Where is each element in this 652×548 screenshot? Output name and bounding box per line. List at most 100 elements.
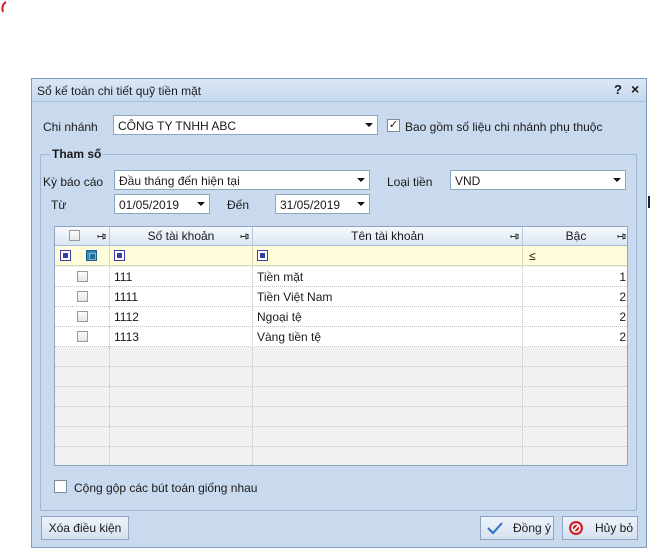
merge-entries-label: Cộng gộp các bút toán giống nhau bbox=[74, 481, 258, 495]
pin-icon[interactable] bbox=[97, 232, 106, 241]
pin-icon[interactable] bbox=[617, 232, 626, 241]
empty-table-row bbox=[55, 387, 627, 407]
empty-cell bbox=[110, 367, 253, 387]
table-row[interactable]: 1112 Ngoại tệ 2 bbox=[55, 307, 627, 327]
currency-label: Loại tiền bbox=[387, 175, 433, 189]
include-sub-branch-label: Bao gồm số liệu chi nhánh phụ thuộc bbox=[405, 120, 603, 134]
from-date-label: Từ bbox=[51, 198, 67, 212]
from-date-picker[interactable]: 01/05/2019 bbox=[114, 194, 210, 214]
empty-cell bbox=[55, 347, 110, 367]
column-header-level[interactable]: Bậc bbox=[523, 227, 627, 246]
row-select-cell bbox=[55, 267, 110, 287]
cell-account-no: 111 bbox=[110, 267, 253, 287]
empty-cell bbox=[55, 387, 110, 407]
to-date-value: 31/05/2019 bbox=[280, 198, 341, 212]
empty-cell bbox=[55, 427, 110, 447]
row-checkbox[interactable] bbox=[77, 271, 88, 282]
branch-label: Chi nhánh bbox=[43, 120, 98, 134]
cell-account-name: Tiền mặt bbox=[253, 267, 523, 287]
table-row[interactable]: 1111 Tiền Việt Nam 2 bbox=[55, 287, 627, 307]
filter-operator-button[interactable] bbox=[114, 250, 125, 261]
row-checkbox[interactable] bbox=[77, 331, 88, 342]
clear-conditions-button[interactable]: Xóa điều kiện bbox=[41, 516, 129, 540]
filter-checkbox-button[interactable] bbox=[86, 250, 97, 261]
help-button[interactable]: ? bbox=[614, 82, 622, 97]
pin-icon[interactable] bbox=[510, 232, 519, 241]
currency-select[interactable]: VND bbox=[450, 170, 626, 190]
cell-level: 1 bbox=[619, 270, 626, 284]
cell-account-no: 1113 bbox=[110, 327, 253, 347]
grid-filter-row: ≤ bbox=[55, 246, 627, 266]
empty-cell bbox=[523, 347, 627, 367]
title-bar: Sổ kế toán chi tiết quỹ tiền mặt ? × bbox=[32, 79, 646, 102]
cell-account-no: 1111 bbox=[110, 287, 253, 307]
empty-cell bbox=[253, 447, 523, 465]
cell-account-no: 1112 bbox=[110, 307, 253, 327]
empty-table-row bbox=[55, 367, 627, 387]
filter-operator-button[interactable] bbox=[257, 250, 268, 261]
column-header-account-no[interactable]: Số tài khoản bbox=[110, 227, 253, 246]
empty-cell bbox=[55, 367, 110, 387]
currency-value: VND bbox=[455, 174, 481, 188]
period-select[interactable]: Đầu tháng đến hiện tại bbox=[114, 170, 370, 190]
chevron-down-icon[interactable] bbox=[352, 195, 369, 213]
empty-cell bbox=[55, 407, 110, 427]
select-all-checkbox[interactable] bbox=[69, 230, 80, 241]
chevron-down-icon[interactable] bbox=[192, 195, 209, 213]
empty-cell bbox=[253, 387, 523, 407]
filter-le-operator[interactable]: ≤ bbox=[529, 249, 536, 263]
filter-cell-account-no[interactable] bbox=[110, 246, 253, 266]
empty-cell bbox=[55, 447, 110, 465]
to-date-picker[interactable]: 31/05/2019 bbox=[275, 194, 370, 214]
filter-cell-select bbox=[55, 246, 110, 266]
account-ledger-dialog: Sổ kế toán chi tiết quỹ tiền mặt ? × Chi… bbox=[31, 78, 647, 548]
table-row[interactable]: 1113 Vàng tiền tệ 2 bbox=[55, 327, 627, 347]
empty-cell bbox=[110, 447, 253, 465]
dialog-title: Sổ kế toán chi tiết quỹ tiền mặt bbox=[37, 84, 202, 98]
from-date-value: 01/05/2019 bbox=[119, 198, 180, 212]
filter-operator-button[interactable] bbox=[60, 250, 71, 261]
empty-cell bbox=[523, 407, 627, 427]
empty-cell bbox=[523, 447, 627, 465]
chevron-down-icon[interactable] bbox=[360, 116, 377, 134]
close-button[interactable]: × bbox=[631, 81, 639, 97]
cell-level: 2 bbox=[619, 310, 626, 324]
period-value: Đầu tháng đến hiện tại bbox=[119, 174, 240, 188]
pin-icon[interactable] bbox=[240, 232, 249, 241]
merge-entries-checkbox[interactable] bbox=[54, 480, 67, 493]
ok-button[interactable]: Đồng ý bbox=[480, 516, 554, 540]
accounts-grid: Số tài khoản Tên tài khoản Bậc ≤ 111 Tiề… bbox=[54, 226, 628, 466]
chevron-down-icon[interactable] bbox=[608, 171, 625, 189]
empty-table-row bbox=[55, 407, 627, 427]
empty-cell bbox=[253, 427, 523, 447]
empty-cell bbox=[253, 407, 523, 427]
row-checkbox[interactable] bbox=[77, 311, 88, 322]
cell-account-name: Tiền Việt Nam bbox=[253, 287, 523, 307]
cell-level: 2 bbox=[619, 330, 626, 344]
empty-cell bbox=[253, 367, 523, 387]
grid-header: Số tài khoản Tên tài khoản Bậc bbox=[55, 227, 627, 246]
branch-value: CÔNG TY TNHH ABC bbox=[118, 119, 237, 133]
empty-cell bbox=[110, 407, 253, 427]
select-all-column-header bbox=[55, 227, 110, 246]
chevron-down-icon[interactable] bbox=[352, 171, 369, 189]
row-select-cell bbox=[55, 327, 110, 347]
period-label: Kỳ báo cáo bbox=[43, 175, 104, 189]
column-header-account-name[interactable]: Tên tài khoản bbox=[253, 227, 523, 246]
row-checkbox[interactable] bbox=[77, 291, 88, 302]
empty-cell bbox=[523, 367, 627, 387]
filter-cell-account-name[interactable] bbox=[253, 246, 523, 266]
params-group-title: Tham số bbox=[50, 147, 104, 161]
red-mark-icon bbox=[1, 1, 7, 13]
empty-table-row bbox=[55, 347, 627, 367]
background-window-edge bbox=[648, 188, 652, 228]
table-row[interactable]: 111 Tiền mặt 1 bbox=[55, 267, 627, 287]
empty-cell bbox=[523, 427, 627, 447]
cancel-button[interactable]: Hủy bỏ bbox=[562, 516, 638, 540]
forbidden-icon bbox=[569, 521, 583, 535]
check-icon bbox=[487, 522, 503, 535]
branch-select[interactable]: CÔNG TY TNHH ABC bbox=[113, 115, 378, 135]
filter-cell-level[interactable]: ≤ bbox=[523, 246, 627, 266]
empty-cell bbox=[110, 347, 253, 367]
include-sub-branch-checkbox[interactable]: ✓ bbox=[387, 119, 400, 132]
